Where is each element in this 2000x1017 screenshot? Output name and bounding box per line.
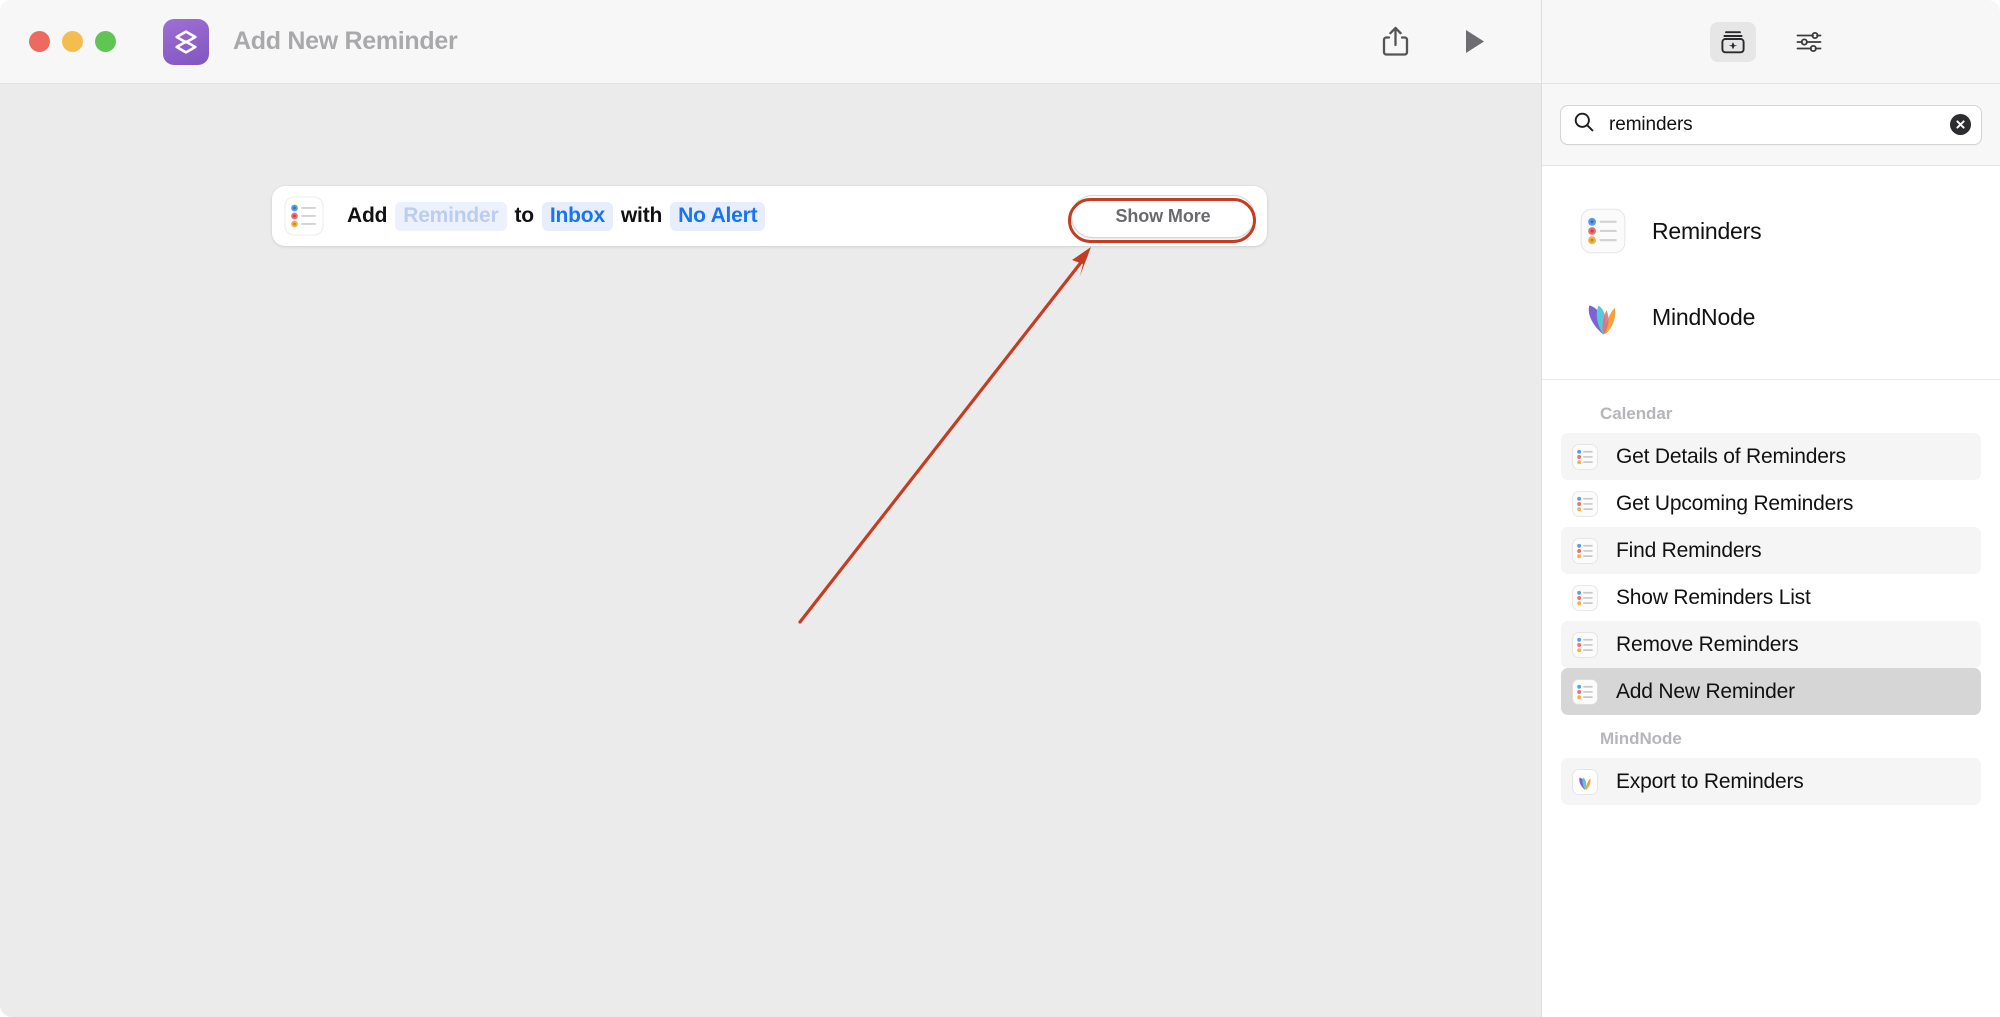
list-item[interactable]: Get Details of Reminders [1561,433,1981,480]
list-item-label: Reminders [1652,218,1761,245]
action-card-add-new-reminder[interactable]: Add Reminder to Inbox with No Alert Show… [272,186,1267,246]
list-item-label: Remove Reminders [1616,633,1798,657]
list-item[interactable]: Export to Reminders [1561,758,1981,805]
shortcuts-window: Add New Reminder [0,0,2000,1017]
search-area: reminders [1542,84,2000,166]
list-item[interactable]: Reminders [1542,188,2000,274]
reminders-action-icon [1572,444,1598,470]
mindnode-app-icon [1580,294,1626,340]
param-reminder-placeholder[interactable]: Reminder [395,202,506,231]
play-icon[interactable] [1455,22,1495,62]
list-item[interactable]: Get Upcoming Reminders [1561,480,1981,527]
list-item-label: Show Reminders List [1616,586,1811,610]
list-item-label: Get Details of Reminders [1616,445,1846,469]
param-alert-no-alert[interactable]: No Alert [670,202,765,231]
window-titlebar: Add New Reminder [0,0,1541,84]
search-input[interactable]: reminders [1560,105,1982,145]
clear-circle-icon[interactable] [1950,114,1971,135]
mindnode-app-icon [1572,769,1598,795]
action-results-list: Calendar Get Details of Reminders [1542,380,2000,1017]
list-item-label: Get Upcoming Reminders [1616,492,1853,516]
action-word-to: to [508,204,541,228]
show-more-button[interactable]: Show More [1071,195,1255,238]
traffic-light-group [29,31,116,52]
shortcut-editor: Add New Reminder [0,0,1541,1017]
share-icon[interactable] [1375,22,1415,62]
reminders-app-icon [1580,208,1626,254]
list-item[interactable]: Show Reminders List [1561,574,1981,621]
search-icon [1573,111,1595,138]
list-item-label: Add New Reminder [1616,680,1795,704]
action-statement: Add Reminder to Inbox with No Alert [340,202,766,231]
list-item[interactable]: Remove Reminders [1561,621,1981,668]
action-library-icon[interactable] [1710,22,1756,62]
minimize-button[interactable] [62,31,83,52]
action-word-add: Add [340,204,394,228]
param-list-inbox[interactable]: Inbox [542,202,613,231]
list-item-label: Export to Reminders [1616,770,1804,794]
reminders-action-icon [1572,538,1598,564]
close-button[interactable] [29,31,50,52]
app-results-section: Reminders MindNode [1542,166,2000,380]
shortcut-canvas: Add Reminder to Inbox with No Alert Show… [0,84,1541,1017]
reminders-action-icon [1572,679,1598,705]
reminders-app-icon [284,196,324,236]
zoom-button[interactable] [95,31,116,52]
sliders-icon[interactable] [1786,22,1832,62]
group-header-mindnode: MindNode [1542,715,2000,758]
action-library-panel: reminders [1541,0,2000,1017]
list-item[interactable]: Find Reminders [1561,527,1981,574]
action-word-with: with [614,204,669,228]
reminders-action-icon [1572,632,1598,658]
titlebar-actions [1375,22,1495,62]
library-titlebar [1542,0,2000,84]
group-header-calendar: Calendar [1542,390,2000,433]
search-input-value[interactable]: reminders [1609,114,1950,136]
list-item[interactable]: MindNode [1542,274,2000,360]
list-item-label: MindNode [1652,304,1755,331]
shortcuts-icon [163,19,209,65]
reminders-action-icon [1572,585,1598,611]
document-title: Add New Reminder [233,27,457,56]
reminders-action-icon [1572,491,1598,517]
list-item-label: Find Reminders [1616,539,1761,563]
list-item-selected[interactable]: Add New Reminder [1561,668,1981,715]
